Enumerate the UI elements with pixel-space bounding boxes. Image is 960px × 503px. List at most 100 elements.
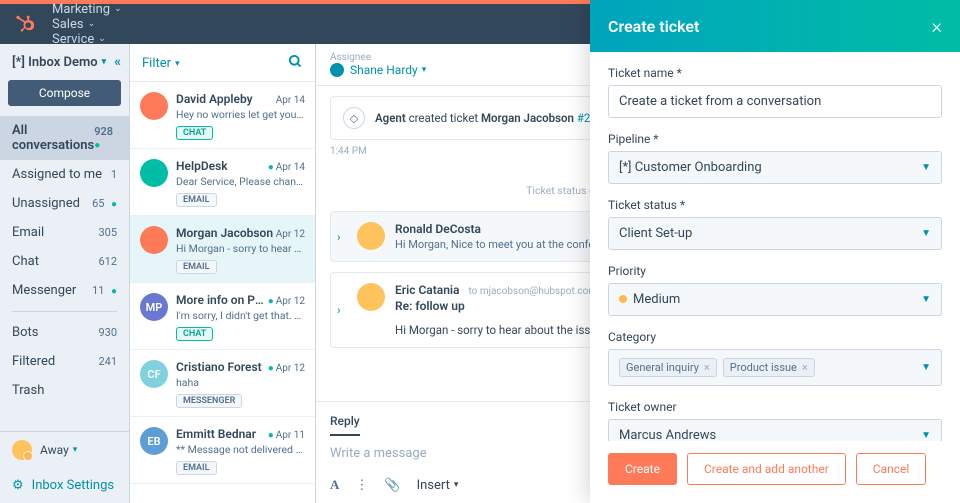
assignee-name: Shane Hardy <box>350 63 418 77</box>
unread-dot-icon: ● <box>268 363 274 374</box>
folder-assigned-to-me[interactable]: Assigned to me 1 <box>0 160 129 189</box>
avatar <box>357 222 385 250</box>
sys-agent: Agent <box>375 111 406 125</box>
filter-dropdown[interactable]: Filter ▾ <box>142 56 180 71</box>
thread-preview: haha <box>176 376 305 389</box>
folder-count: 1 <box>111 168 117 181</box>
inbox-selector[interactable]: [*] Inbox Demo ▾ « <box>0 44 129 76</box>
owner-select[interactable]: Marcus Andrews ▼ <box>608 419 942 441</box>
search-icon[interactable] <box>288 54 303 73</box>
folder-filtered[interactable]: Filtered241 <box>0 347 129 376</box>
cancel-button[interactable]: Cancel <box>856 453 927 485</box>
thread-date: Apr 14 <box>276 95 305 106</box>
thread-name: More info on Produ… <box>176 293 268 307</box>
thread-name: David Appleby <box>176 92 253 106</box>
chevron-down-icon: ▾ <box>73 445 78 455</box>
thread-item[interactable]: Morgan JacobsonApr 12Hi Morgan - sorry t… <box>130 216 315 283</box>
chevron-down-icon: ⌄ <box>114 4 122 14</box>
folder-all-conversations[interactable]: All conversations928 ● <box>0 116 129 160</box>
category-chip[interactable]: Product issue× <box>723 358 815 377</box>
nav-marketing[interactable]: Marketing⌄ <box>52 2 147 17</box>
folder-email[interactable]: Email305 <box>0 218 129 247</box>
category-select[interactable]: General inquiry× Product issue× ▼ <box>608 349 942 386</box>
folder-unassigned[interactable]: Unassigned 65 ● <box>0 189 129 218</box>
priority-value: Medium <box>633 292 680 307</box>
reply-tab[interactable]: Reply <box>330 414 360 436</box>
channel-tag: MESSENGER <box>176 394 242 408</box>
thread-item[interactable]: EBEmmitt Bednar●Apr 11** Message not del… <box>130 417 315 484</box>
thread-preview: I'm sorry, I didn't get that. Try aga… <box>176 309 305 322</box>
folder-bots[interactable]: Bots 930 <box>0 318 129 347</box>
folder-chat[interactable]: Chat612 <box>0 247 129 276</box>
insert-dropdown[interactable]: Insert▾ <box>417 478 459 493</box>
settings-label: Inbox Settings <box>32 478 114 493</box>
close-icon[interactable]: × <box>932 14 942 38</box>
priority-select[interactable]: Medium ▼ <box>608 283 942 316</box>
thread-item[interactable]: David Appleby Apr 14 Hey no worries let ge… <box>130 82 315 149</box>
thread-name: Emmitt Bednar <box>176 427 256 441</box>
pipeline-select[interactable]: [*] Customer Onboarding ▼ <box>608 151 942 184</box>
thread-item[interactable]: MP More info on Produ…●Apr 12 I'm sorry, I… <box>130 283 315 350</box>
compose-button[interactable]: Compose <box>8 80 121 106</box>
chevron-right-icon[interactable]: › <box>337 230 341 244</box>
ticket-name-input[interactable] <box>608 85 942 118</box>
panel-title: Create ticket <box>608 17 699 36</box>
chevron-right-icon[interactable]: › <box>337 303 341 317</box>
thread-preview: Hey no worries let get you in cont… <box>176 108 305 121</box>
status-label: Ticket status * <box>608 198 942 212</box>
nav-sales[interactable]: Sales⌄ <box>52 17 147 32</box>
font-icon[interactable]: A <box>330 477 339 493</box>
category-chip[interactable]: General inquiry× <box>619 358 717 377</box>
chevron-down-icon: ▼ <box>921 362 931 373</box>
create-button[interactable]: Create <box>608 453 677 485</box>
avatar <box>140 92 168 120</box>
folder-label: Assigned to me <box>12 167 102 182</box>
folder-list: All conversations928 ● Assigned to me 1 Una… <box>0 116 129 431</box>
thread-date: ●Apr 14 <box>268 162 305 173</box>
user-icon <box>330 63 344 77</box>
folder-count: 928 ● <box>94 125 117 151</box>
folder-count: 930 <box>98 326 117 339</box>
thread-date: ●Apr 12 <box>268 296 305 307</box>
unread-dot-icon: ● <box>108 199 117 210</box>
chevron-down-icon: ⌄ <box>88 19 96 29</box>
code-icon[interactable]: ⋮ <box>355 478 368 493</box>
inbox-settings-link[interactable]: ⚙ Inbox Settings <box>0 468 129 503</box>
thread-name: Morgan Jacobson <box>176 226 273 240</box>
folder-count: 65 ● <box>92 197 117 210</box>
thread-item[interactable]: HelpDesk●Apr 14Dear Service, Please chan… <box>130 149 315 216</box>
folder-count: 11 ● <box>92 284 117 297</box>
folder-trash[interactable]: Trash <box>0 376 129 405</box>
unread-dot-icon: ● <box>108 286 117 297</box>
status-select[interactable]: Client Set-up ▼ <box>608 217 942 250</box>
channel-tag: EMAIL <box>176 260 217 274</box>
folder-label: Bots <box>12 325 38 340</box>
presence-label: Away <box>40 443 69 457</box>
chevron-down-icon: ▾ <box>102 57 107 67</box>
create-and-add-another-button[interactable]: Create and add another <box>687 453 846 485</box>
chip-remove-icon[interactable]: × <box>802 361 808 374</box>
thread-item[interactable]: CFCristiano Forest●Apr 12hahaMESSENGER <box>130 350 315 417</box>
avatar <box>12 440 32 460</box>
hubspot-logo-icon <box>12 12 36 36</box>
chevron-down-icon: ▾ <box>175 59 180 69</box>
create-ticket-panel: Create ticket × Ticket name * Pipeline *… <box>590 0 960 503</box>
ticket-name-label: Ticket name * <box>608 66 942 80</box>
folder-label: Email <box>12 225 44 240</box>
folder-label: Unassigned <box>12 196 80 211</box>
chevron-down-icon: ▼ <box>921 430 931 441</box>
folder-label: Filtered <box>12 354 55 369</box>
chevron-down-icon: ▼ <box>921 228 931 239</box>
channel-tag: CHAT <box>176 126 213 140</box>
status-value: Client Set-up <box>619 226 692 241</box>
collapse-icon[interactable]: « <box>114 54 121 70</box>
unread-dot-icon: ● <box>94 140 100 151</box>
attachment-icon[interactable]: 📎 <box>384 478 400 493</box>
presence-selector[interactable]: Away ▾ <box>0 431 129 468</box>
avatar: MP <box>140 293 168 321</box>
sys-action: created ticket <box>409 111 479 125</box>
folder-messenger[interactable]: Messenger11 ● <box>0 276 129 305</box>
chip-remove-icon[interactable]: × <box>704 361 710 374</box>
thread-date: ●Apr 12 <box>268 363 305 374</box>
unread-dot-icon: ● <box>268 296 274 307</box>
